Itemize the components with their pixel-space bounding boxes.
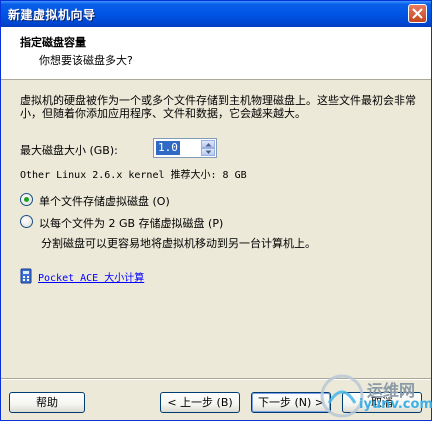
help-button[interactable]: 帮助 (9, 392, 85, 413)
disk-size-spinner[interactable]: 1.0 (153, 138, 217, 158)
radio-selected-dot (24, 197, 29, 202)
window-title: 新建虚拟机向导 (8, 8, 96, 22)
spinner-arrows (201, 140, 215, 156)
page-title: 指定磁盘容量 (20, 36, 86, 49)
max-disk-size-label: 最大磁盘大小 (GB): (20, 144, 118, 157)
title-bar[interactable]: 新建虚拟机向导 (1, 1, 431, 27)
wizard-window: 新建虚拟机向导 指定磁盘容量 你想要该磁盘多大? 虚拟机的硬盘被作为一个或多个文… (0, 0, 432, 421)
arrow-down-icon (205, 150, 212, 154)
page-subtitle: 你想要该磁盘多大? (39, 54, 133, 67)
arrow-up-icon (205, 143, 212, 147)
disk-description: 虚拟机的硬盘被作为一个或多个文件存储到主机物理磁盘上。这些文件最初会非常小，但随… (20, 94, 416, 120)
radio-single-file-button[interactable] (20, 193, 33, 206)
radio-split-file-label[interactable]: 以每个文件为 2 GB 存储虚拟磁盘 (P) (39, 215, 223, 231)
recommended-size: Other Linux 2.6.x kernel 推荐大小: 8 GB (20, 170, 247, 181)
radio-split-file-button[interactable] (20, 215, 33, 228)
wizard-body: 虚拟机的硬盘被作为一个或多个文件存储到主机物理磁盘上。这些文件最初会非常小，但随… (1, 80, 431, 370)
back-button[interactable]: < 上一步 (B) (160, 392, 240, 413)
disk-size-input[interactable]: 1.0 (156, 141, 180, 155)
radio-single-file-label[interactable]: 单个文件存储虚拟磁盘 (O) (39, 193, 170, 209)
spinner-up-button[interactable] (201, 140, 215, 148)
close-button[interactable] (408, 4, 427, 23)
watermark-text-url: iyunv.com (359, 397, 432, 412)
spinner-down-button[interactable] (201, 148, 215, 156)
site-watermark: 运维网 iyunv.com (319, 371, 432, 421)
calculator-link[interactable]: Pocket ACE 大小计算 (38, 269, 144, 284)
wizard-header: 指定磁盘容量 你想要该磁盘多大? (1, 27, 431, 80)
split-note: 分割磁盘可以更容易地将虚拟机移动到另一台计算机上。 (41, 237, 316, 250)
close-icon (412, 8, 423, 19)
calculator-icon (20, 268, 32, 284)
watermark-logo-icon (320, 374, 364, 418)
